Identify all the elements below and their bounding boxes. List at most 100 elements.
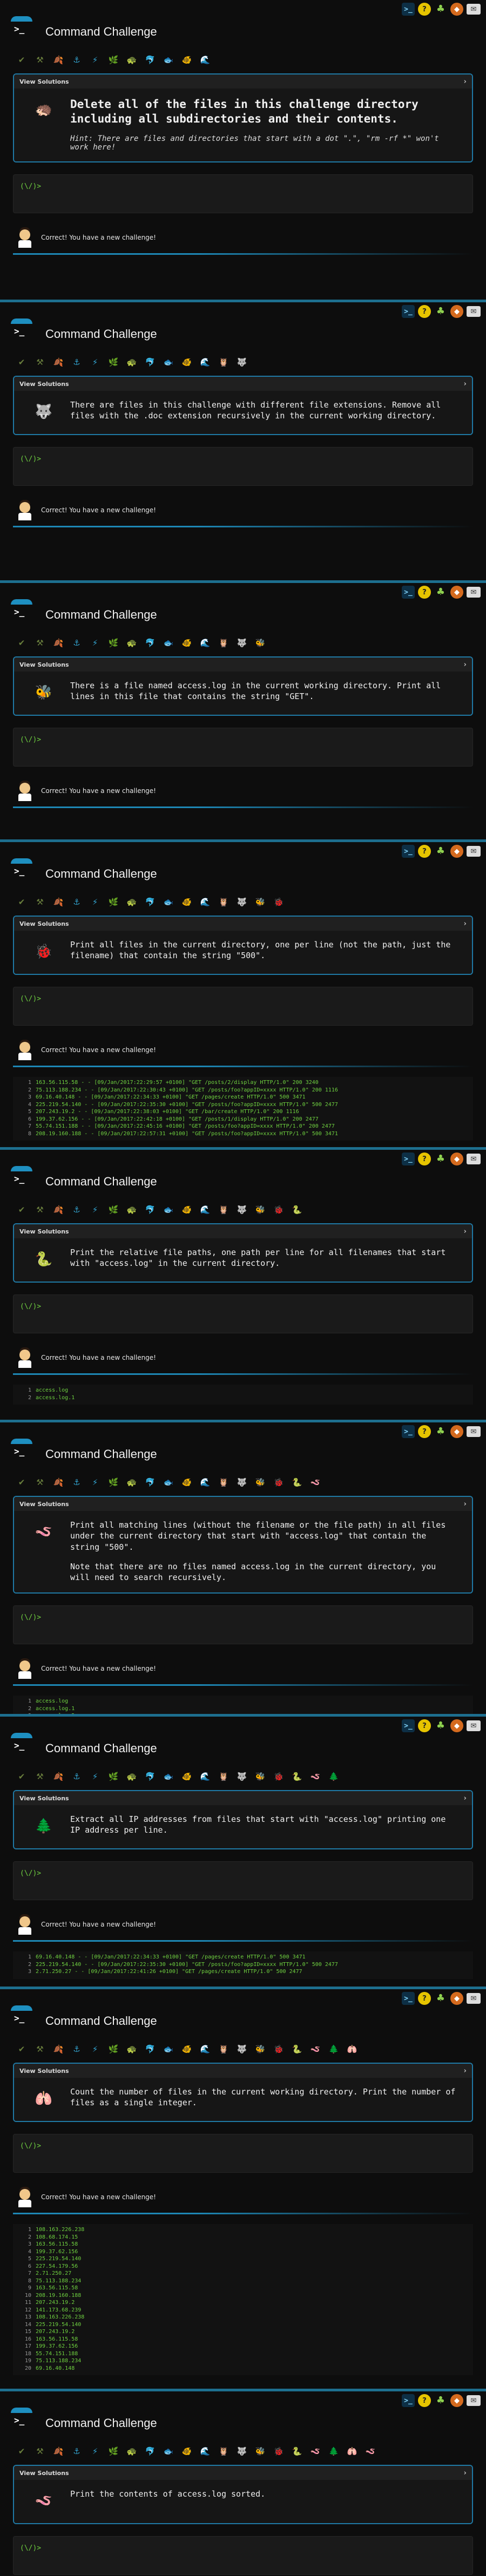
challenge-icon[interactable]: 🐠 [180,356,193,369]
app-logo[interactable]: >_ [14,1740,28,1751]
challenge-icon[interactable]: ✔ [15,896,28,909]
challenge-icon[interactable]: 🦉 [217,896,230,909]
challenge-icon[interactable]: ⚡ [89,356,102,369]
challenge-icon[interactable]: 🐺 [235,896,248,909]
challenge-icon[interactable]: ✔ [15,1476,28,1489]
chevron-right-icon[interactable]: › [464,78,467,86]
challenge-icon[interactable]: 🐢 [125,356,138,369]
challenge-icon[interactable]: ⚒ [33,896,46,909]
terminal-input[interactable]: (\/)> [13,174,473,213]
terminal-input[interactable]: (\/)> [13,728,473,767]
challenge-icon[interactable]: 🐬 [144,2445,157,2458]
challenge-icon[interactable]: 🐬 [144,2043,157,2056]
challenge-icon[interactable]: ⚡ [89,636,102,649]
challenge-icon[interactable]: 🐢 [125,1770,138,1783]
challenge-icon[interactable]: 🐬 [144,636,157,649]
challenge-icon[interactable]: ⚡ [89,2445,102,2458]
challenge-icon[interactable]: ⚓ [70,356,83,369]
challenge-icon[interactable]: 🌊 [199,53,212,66]
chevron-right-icon[interactable]: › [464,1794,467,1802]
challenge-icon[interactable]: 🐝 [254,1203,267,1216]
challenge-icon[interactable]: 🌲 [327,2445,340,2458]
chevron-right-icon[interactable]: › [464,920,467,928]
app-logo[interactable]: >_ [14,326,28,337]
challenge-icon[interactable]: ⚡ [89,1476,102,1489]
terminal-input[interactable]: (\/)> [13,987,473,1026]
view-solutions-label[interactable]: View Solutions [19,1795,69,1802]
view-solutions-label[interactable]: View Solutions [19,78,69,85]
view-solutions-bar[interactable]: View Solutions › [14,2064,472,2078]
terminal-input[interactable]: (\/)> [13,1294,473,1333]
challenge-icon[interactable]: 🐺 [235,636,248,649]
challenge-icon[interactable]: 🦉 [217,636,230,649]
challenge-icon[interactable]: 🌿 [107,53,120,66]
challenge-icon[interactable]: ✔ [15,2043,28,2056]
chevron-right-icon[interactable]: › [464,2469,467,2477]
app-title[interactable]: Command Challenge [45,327,157,341]
challenge-icon[interactable]: 🐝 [254,636,267,649]
challenge-icon[interactable]: 🌊 [199,636,212,649]
challenge-icon[interactable]: 🦉 [217,356,230,369]
chevron-right-icon[interactable]: › [464,1228,467,1236]
challenge-icon[interactable]: 🐞 [272,1476,285,1489]
challenge-icon[interactable]: ⚓ [70,1476,83,1489]
challenge-icon[interactable]: 🌿 [107,2043,120,2056]
view-solutions-label[interactable]: View Solutions [19,1501,69,1508]
challenge-icon[interactable]: 🦉 [217,2445,230,2458]
challenge-icon[interactable]: ✔ [15,1770,28,1783]
challenge-icon[interactable]: 🍂 [52,1770,65,1783]
app-logo[interactable]: >_ [14,24,28,35]
challenge-icon[interactable]: ✔ [15,2445,28,2458]
challenge-icon[interactable]: 🌊 [199,896,212,909]
challenge-icon[interactable]: 🪱 [364,2445,377,2458]
challenge-icon[interactable]: ⚓ [70,1203,83,1216]
challenge-icon[interactable]: 🐞 [272,896,285,909]
challenge-icon[interactable]: 🐺 [235,356,248,369]
challenge-icon[interactable]: ⚒ [33,2043,46,2056]
view-solutions-label[interactable]: View Solutions [19,2067,69,2075]
challenge-icon[interactable]: 🐬 [144,896,157,909]
challenge-icon[interactable]: 🐟 [162,53,175,66]
challenge-icon[interactable]: 🐺 [235,2043,248,2056]
view-solutions-label[interactable]: View Solutions [19,2470,69,2477]
challenge-icon[interactable]: 🐠 [180,1203,193,1216]
challenge-icon[interactable]: 🌊 [199,2043,212,2056]
challenge-icon[interactable]: 🐠 [180,2043,193,2056]
challenge-icon[interactable]: 🌊 [199,1203,212,1216]
challenge-icon[interactable]: ⚒ [33,636,46,649]
challenge-icon[interactable]: 🐺 [235,2445,248,2458]
challenge-icon[interactable]: 🐍 [291,2445,303,2458]
challenge-icon[interactable]: 🐢 [125,2445,138,2458]
view-solutions-bar[interactable]: View Solutions › [14,74,472,89]
challenge-icon[interactable]: ✔ [15,1203,28,1216]
challenge-icon[interactable]: ✔ [15,636,28,649]
app-logo[interactable]: >_ [14,607,28,618]
challenge-icon[interactable]: ⚓ [70,53,83,66]
challenge-icon[interactable]: 🍂 [52,636,65,649]
challenge-icon[interactable]: ⚒ [33,1476,46,1489]
challenge-icon[interactable]: 🍂 [52,1203,65,1216]
challenge-icon[interactable]: 🐍 [291,1203,303,1216]
challenge-icon[interactable]: 🪱 [309,2445,322,2458]
view-solutions-bar[interactable]: View Solutions › [14,1224,472,1238]
challenge-icon[interactable]: ⚒ [33,1770,46,1783]
challenge-icon[interactable]: 🐍 [291,2043,303,2056]
challenge-icon[interactable]: ⚓ [70,2043,83,2056]
challenge-icon[interactable]: 🐢 [125,896,138,909]
app-title[interactable]: Command Challenge [45,1741,157,1755]
challenge-icon[interactable]: 🐬 [144,1770,157,1783]
app-logo[interactable]: >_ [14,2013,28,2024]
challenge-icon[interactable]: 🌿 [107,1770,120,1783]
app-title[interactable]: Command Challenge [45,2416,157,2430]
challenge-icon[interactable]: 🐟 [162,1770,175,1783]
challenge-icon[interactable]: ⚡ [89,1203,102,1216]
challenge-icon[interactable]: ⚓ [70,2445,83,2458]
app-logo[interactable]: >_ [14,866,28,877]
challenge-icon[interactable]: 🐟 [162,2043,175,2056]
challenge-icon[interactable]: 🐟 [162,1203,175,1216]
view-solutions-label[interactable]: View Solutions [19,661,69,668]
challenge-icon[interactable]: 🦉 [217,1770,230,1783]
challenge-icon[interactable]: 🍂 [52,896,65,909]
challenge-icon[interactable]: 🌿 [107,1203,120,1216]
challenge-icon[interactable]: 🐝 [254,2445,267,2458]
